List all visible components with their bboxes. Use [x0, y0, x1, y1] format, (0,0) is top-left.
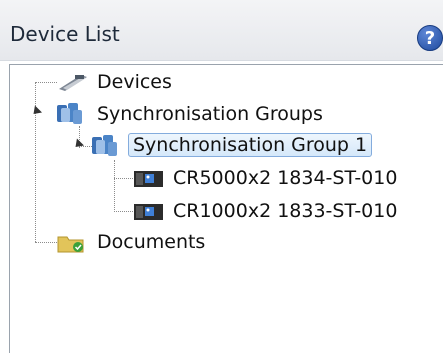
synchronisation-group-1-label: Synchronisation Group 1 — [128, 133, 373, 157]
synchronisation-groups-label: Synchronisation Groups — [97, 103, 323, 125]
tree-item-devices[interactable]: Devices — [55, 69, 172, 95]
documents-label: Documents — [97, 231, 206, 253]
devices-label: Devices — [97, 71, 172, 93]
tree-connector — [35, 82, 57, 83]
device-cr5000x2-label: CR5000x2 1834-ST-010 — [173, 167, 398, 189]
tree-item-device-cr1000x2[interactable]: CR1000x2 1833-ST-010 — [133, 198, 397, 224]
device-cr1000x2-label: CR1000x2 1833-ST-010 — [173, 200, 398, 222]
tree-connector — [114, 178, 133, 179]
tree-connector — [114, 211, 133, 212]
datalogger-icon — [133, 170, 165, 192]
datalogger-icon — [133, 203, 165, 225]
tree-item-device-cr5000x2[interactable]: CR5000x2 1834-ST-010 — [133, 165, 397, 191]
tree-item-documents[interactable]: Documents — [55, 229, 205, 255]
documents-folder-icon — [55, 231, 87, 259]
tree-item-synchronisation-group-1[interactable]: Synchronisation Group 1 — [90, 132, 373, 158]
panel-title: Device List — [10, 22, 120, 46]
help-icon[interactable]: ? — [417, 25, 443, 51]
tree-connector — [114, 160, 115, 212]
device-list-panel: Device List ? Devices Synchronisation Gr… — [0, 0, 443, 353]
tree-item-synchronisation-groups[interactable]: Synchronisation Groups — [55, 101, 323, 127]
sync-group-icon — [90, 134, 122, 162]
panel-header: Device List ? — [0, 0, 443, 61]
tree-connector — [35, 242, 57, 243]
sync-groups-icon — [55, 102, 87, 130]
devices-icon — [55, 71, 89, 97]
